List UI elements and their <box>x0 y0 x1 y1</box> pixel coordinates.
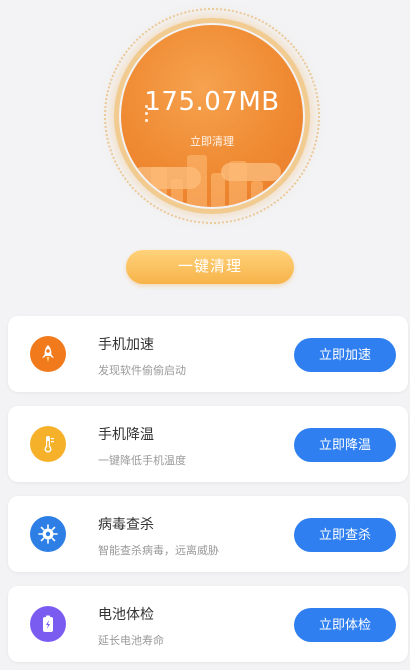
feature-title: 手机加速 <box>98 337 154 353</box>
feature-title: 病毒查杀 <box>98 517 154 533</box>
feature-description: 一键降低手机温度 <box>98 454 186 467</box>
feature-description: 发现软件偷偷启动 <box>98 364 186 377</box>
feature-title: 电池体检 <box>98 607 154 623</box>
cool-down-button[interactable]: 立即降温 <box>294 428 396 462</box>
battery-icon <box>30 606 66 642</box>
feature-description: 智能查杀病毒，远离威胁 <box>98 544 219 557</box>
rocket-icon <box>30 336 66 372</box>
virus-scan-button[interactable]: 立即查杀 <box>294 518 396 552</box>
battery-check-button[interactable]: 立即体检 <box>294 608 396 642</box>
junk-cleaner-hero: 175.07MB 立即清理 一键清理 <box>0 0 410 300</box>
virus-icon <box>30 516 66 552</box>
junk-clean-hint: 立即清理 <box>190 135 234 148</box>
feature-card-virus-scan[interactable]: 病毒查杀 智能查杀病毒，远离威胁 立即查杀 <box>8 496 408 572</box>
feature-card-cool-down[interactable]: 手机降温 一键降低手机温度 立即降温 <box>8 406 408 482</box>
feature-title: 手机降温 <box>98 427 154 443</box>
feature-card-speed-up[interactable]: 手机加速 发现软件偷偷启动 立即加速 <box>8 316 408 392</box>
feature-card-battery-check[interactable]: 电池体检 延长电池寿命 立即体检 <box>8 586 408 662</box>
junk-size-value: 175.07MB <box>144 87 280 117</box>
one-key-clean-button[interactable]: 一键清理 <box>126 250 294 284</box>
thermometer-icon <box>30 426 66 462</box>
feature-description: 延长电池寿命 <box>98 634 164 647</box>
speed-up-button[interactable]: 立即加速 <box>294 338 396 372</box>
junk-size-circle[interactable]: 175.07MB 立即清理 <box>121 25 303 207</box>
